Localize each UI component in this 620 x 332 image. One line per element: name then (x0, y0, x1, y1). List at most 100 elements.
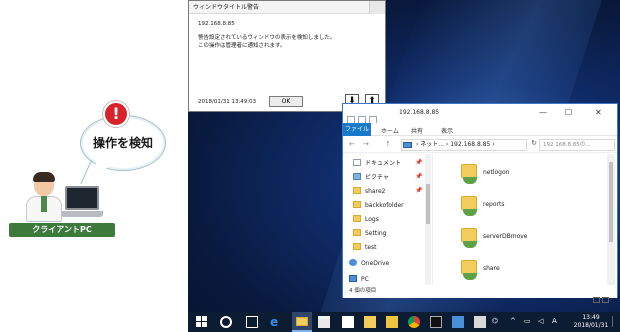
file-explorer-taskbar-icon[interactable] (292, 312, 312, 332)
folder-icon (353, 215, 361, 222)
nav-item-label: share2 (365, 188, 386, 195)
detected-operation-text: 操作を検知 (92, 136, 153, 150)
share-name: netlogon (483, 169, 510, 176)
navigation-pane: ドキュメント 📌 ピクチャ 📌 share2 📌 backkofolder Lo… (343, 154, 433, 285)
shared-folder-icon (461, 164, 477, 178)
shared-folder-icon (461, 196, 477, 210)
explorer-titlebar: 192.168.8.85 — ☐ ✕ (343, 104, 617, 124)
navigation-scrollbar[interactable] (425, 154, 431, 285)
windows-logo-tile (202, 316, 207, 321)
quick-access-toolbar (347, 109, 391, 124)
clock-date: 2018/01/31 (573, 322, 609, 329)
scrollbar-thumb[interactable] (609, 162, 613, 242)
folder-icon (296, 317, 308, 326)
nav-item-label: PC (361, 276, 369, 283)
mail-icon[interactable] (342, 316, 354, 328)
tab-home[interactable]: ホーム (381, 126, 399, 135)
search-input[interactable]: 192.168.8.85の... (539, 139, 615, 151)
up-button[interactable]: ↑ (385, 140, 391, 148)
taskbar-clock[interactable]: 13:49 2018/01/31 (566, 314, 616, 330)
details-view-icon[interactable] (593, 297, 600, 303)
warning-message-line1: 警告設定されているウィンドウの表示を検知しました。 (198, 35, 336, 41)
document-icon (353, 159, 361, 166)
large-icons-view-icon[interactable] (602, 297, 609, 303)
nav-item-setting[interactable]: Setting (353, 228, 386, 239)
network-icon[interactable]: ▭ (524, 317, 531, 325)
app-icon[interactable] (364, 316, 376, 328)
list-item[interactable]: netlogon (461, 164, 561, 186)
maximize-button[interactable]: ☐ (565, 108, 572, 117)
chrome-icon[interactable] (408, 316, 420, 328)
warning-dialog-title: ウィンドウタイトル警告 (189, 1, 385, 14)
address-bar-row: ← → ↑ › ネット... › 192.168.8.85 › ↻ 192.16… (343, 137, 617, 153)
folder-icon (353, 243, 361, 250)
pc-icon (403, 142, 412, 148)
nav-item-onedrive[interactable]: OneDrive (349, 258, 389, 269)
app-icon[interactable] (474, 316, 486, 328)
scrollbar-thumb[interactable] (426, 184, 430, 224)
laptop-icon (61, 186, 103, 226)
share-base-icon (463, 209, 477, 216)
nav-item-test[interactable]: test (353, 242, 377, 253)
nav-item-share2[interactable]: share2 (353, 186, 385, 197)
nav-item-pictures[interactable]: ピクチャ (353, 172, 389, 183)
view-toggle (591, 288, 611, 303)
store-icon[interactable] (318, 316, 330, 328)
back-button[interactable]: ← (349, 140, 355, 148)
pin-icon: 📌 (415, 159, 423, 166)
shared-folder-icon (461, 260, 477, 274)
share-name: serverDBmove (483, 233, 528, 240)
tab-share[interactable]: 共有 (411, 126, 423, 135)
content-scrollbar[interactable] (607, 154, 615, 285)
warning-timestamp: 2018/01/31 13:49:03 (198, 99, 257, 105)
folder-icon (353, 229, 361, 236)
cortana-icon[interactable] (220, 316, 232, 328)
close-button[interactable]: ✕ (595, 108, 602, 117)
nav-item-pc[interactable]: PC (349, 274, 369, 285)
window-title-warning-dialog: ウィンドウタイトル警告 192.168.8.85 警告設定されているウィンドウの… (188, 0, 386, 112)
list-item[interactable]: share (461, 260, 561, 282)
tab-file[interactable]: ファイル (343, 123, 371, 136)
command-prompt-icon[interactable] (430, 316, 442, 328)
pc-icon (349, 275, 357, 282)
share-base-icon (463, 241, 477, 248)
edge-icon[interactable]: e (270, 316, 282, 328)
laptop-base (61, 211, 103, 217)
address-bar[interactable]: › ネット... › 192.168.8.85 › (401, 139, 527, 151)
forward-button[interactable]: → (363, 140, 369, 148)
nav-item-backkofolder[interactable]: backkofolder (353, 200, 404, 211)
ime-icon[interactable]: A (552, 317, 557, 325)
start-button[interactable] (196, 316, 208, 328)
app-icon[interactable] (452, 316, 464, 328)
status-bar: 4 個の項目 (343, 285, 617, 298)
warning-dialog-close-button[interactable] (369, 1, 385, 14)
ok-button[interactable]: OK (269, 96, 303, 107)
nav-item-documents[interactable]: ドキュメント (353, 158, 401, 169)
pin-icon: 📌 (415, 173, 423, 180)
windows-logo-tile (202, 322, 207, 327)
warning-message-line2: この操作は管理者に通知されます。 (198, 43, 286, 49)
folder-icon (353, 187, 361, 194)
show-hidden-icons-icon[interactable]: ^ (510, 317, 516, 325)
windows-logo-tile (196, 322, 201, 327)
volume-icon[interactable]: ◁ (538, 317, 543, 325)
app-icon[interactable] (386, 316, 398, 328)
share-base-icon (463, 273, 477, 280)
task-view-icon[interactable] (246, 316, 258, 328)
tab-view[interactable]: 表示 (441, 126, 453, 135)
share-base-icon (463, 177, 477, 184)
people-icon[interactable]: ⌬ (492, 317, 498, 325)
alert-icon: ! (103, 101, 129, 127)
list-item[interactable]: reports (461, 196, 561, 218)
user-tie (41, 196, 47, 212)
list-item[interactable]: serverDBmove (461, 228, 561, 250)
nav-item-logs[interactable]: Logs (353, 214, 379, 225)
minimize-button[interactable]: — (539, 108, 547, 117)
share-name: reports (483, 201, 505, 208)
client-pc-label: クライアントPC (9, 223, 115, 237)
warning-dialog-body: 192.168.8.85 警告設定されているウィンドウの表示を検知しました。 こ… (198, 20, 335, 50)
explorer-title: 192.168.8.85 (399, 109, 440, 116)
show-desktop-button[interactable] (612, 316, 618, 327)
nav-item-label: ドキュメント (365, 160, 402, 167)
refresh-button[interactable]: ↻ (529, 139, 539, 151)
